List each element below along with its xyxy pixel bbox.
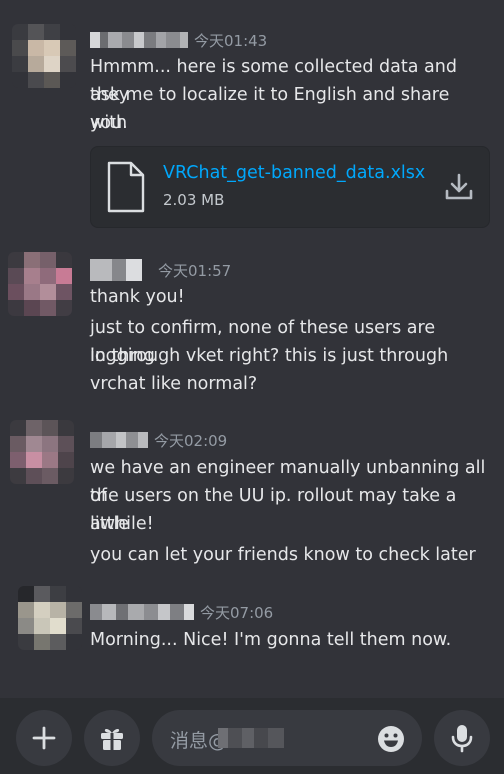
microphone-icon: [451, 725, 473, 753]
message-text: you.: [90, 113, 128, 133]
message-text: you can let your friends know to check l…: [90, 545, 476, 565]
file-name-link[interactable]: VRChat_get-banned_data.xlsx: [163, 163, 425, 183]
message-input[interactable]: 消息@: [152, 710, 422, 766]
avatar[interactable]: [12, 24, 76, 88]
emoji-icon[interactable]: [376, 724, 406, 754]
username-blurred[interactable]: [90, 32, 188, 48]
gift-icon: [101, 728, 123, 750]
message-text: vrchat like normal?: [90, 374, 258, 394]
gift-button[interactable]: [84, 710, 140, 766]
message-composer: 消息@: [0, 698, 504, 774]
avatar[interactable]: [18, 586, 82, 650]
recipient-blurred: [218, 728, 284, 748]
username-blurred[interactable]: [90, 259, 142, 281]
file-attachment[interactable]: VRChat_get-banned_data.xlsx 2.03 MB: [90, 146, 490, 228]
add-attachment-button[interactable]: [16, 710, 72, 766]
download-icon[interactable]: [443, 171, 475, 203]
plus-icon: [32, 726, 56, 750]
message-header: 今天07:06: [90, 601, 273, 623]
message-text: awhile!: [90, 514, 154, 534]
file-size: 2.03 MB: [163, 191, 225, 209]
message-header: 今天01:57: [90, 259, 231, 281]
timestamp: 今天02:09: [154, 431, 228, 450]
message-text: in through vket right? this is just thro…: [90, 346, 449, 366]
message-text: Morning... Nice! I'm gonna tell them now…: [90, 630, 452, 650]
username-blurred[interactable]: [90, 604, 194, 620]
timestamp: 今天01:57: [158, 261, 232, 280]
message-header: 今天02:09: [90, 429, 227, 451]
message-header: 今天01:43: [90, 29, 267, 51]
avatar[interactable]: [10, 420, 74, 484]
file-icon: [107, 161, 145, 213]
timestamp: 今天07:06: [200, 603, 274, 622]
timestamp: 今天01:43: [194, 31, 268, 50]
voice-message-button[interactable]: [434, 710, 490, 766]
avatar[interactable]: [8, 252, 72, 316]
message-text: thank you!: [90, 287, 185, 307]
username-blurred[interactable]: [90, 432, 148, 448]
